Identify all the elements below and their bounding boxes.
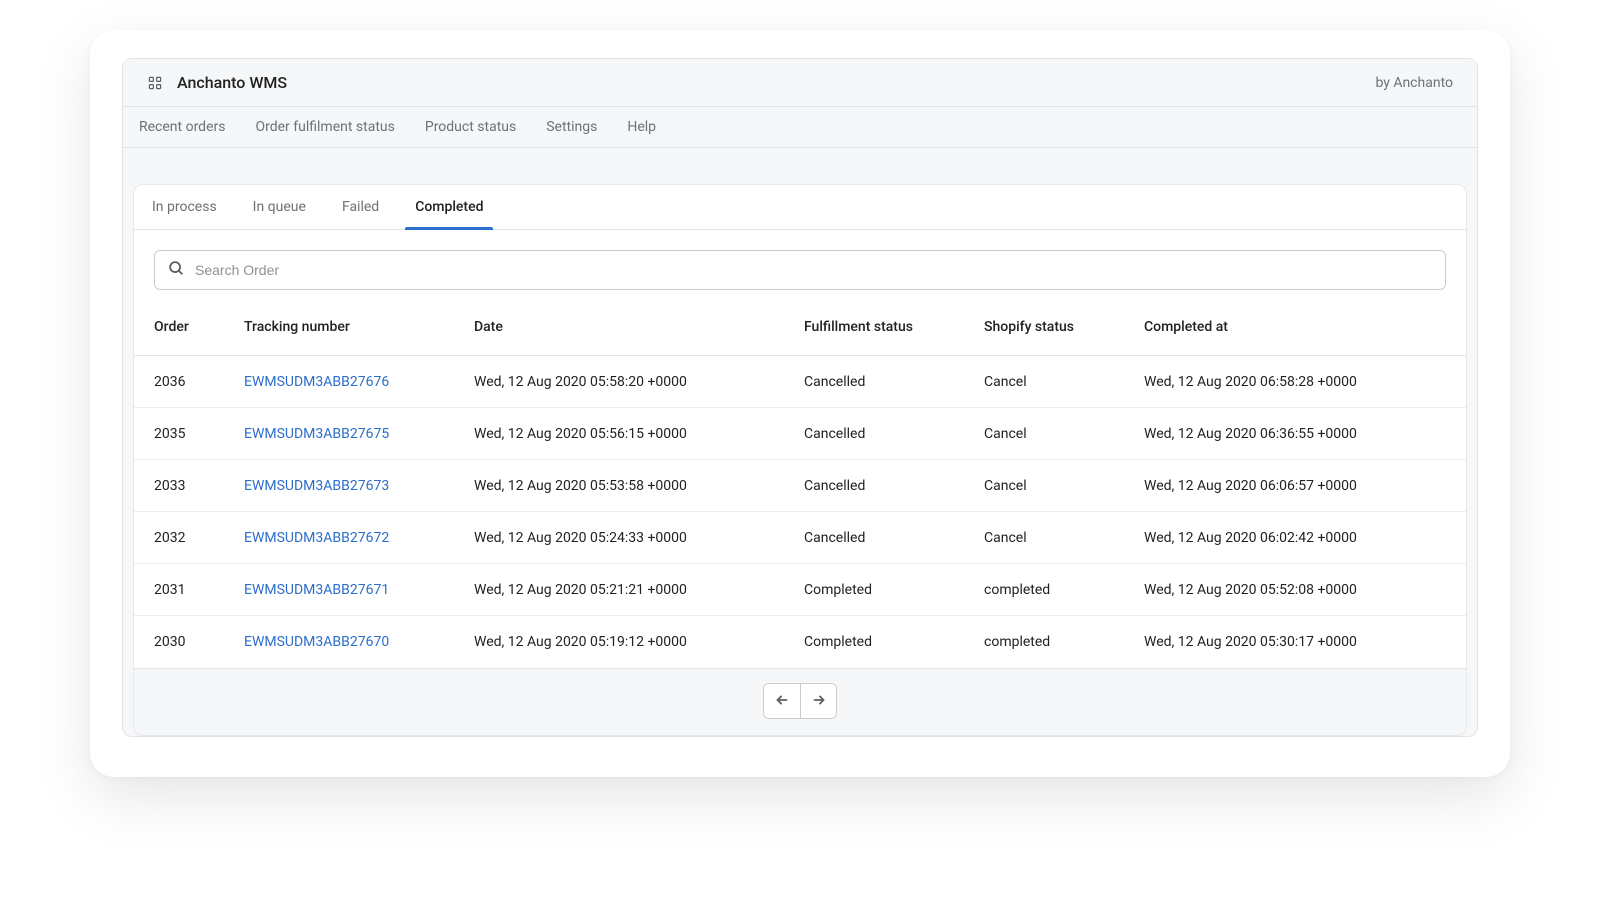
cell-shopify: Cancel <box>984 530 1144 546</box>
cell-completed-at: Wed, 12 Aug 2020 06:02:42 +0000 <box>1144 530 1446 546</box>
cell-fulfillment: Cancelled <box>804 374 984 390</box>
cell-order: 2030 <box>154 634 244 650</box>
search-input[interactable] <box>195 262 1433 278</box>
cell-tracking: EWMSUDM3ABB27673 <box>244 478 474 494</box>
tracking-link[interactable]: EWMSUDM3ABB27676 <box>244 374 389 390</box>
cell-fulfillment: Cancelled <box>804 478 984 494</box>
top-nav: Recent orders Order fulfilment status Pr… <box>123 107 1477 148</box>
tab-in-process[interactable]: In process <box>134 185 235 229</box>
cell-date: Wed, 12 Aug 2020 05:53:58 +0000 <box>474 478 804 494</box>
col-shopify: Shopify status <box>984 319 1144 335</box>
cell-tracking: EWMSUDM3ABB27671 <box>244 582 474 598</box>
table-row: 2032EWMSUDM3ABB27672 Wed, 12 Aug 2020 05:… <box>134 512 1466 564</box>
cell-completed-at: Wed, 12 Aug 2020 06:36:55 +0000 <box>1144 426 1446 442</box>
cell-order: 2031 <box>154 582 244 598</box>
cell-shopify: completed <box>984 582 1144 598</box>
prev-page-button[interactable] <box>764 684 800 718</box>
cell-completed-at: Wed, 12 Aug 2020 06:06:57 +0000 <box>1144 478 1446 494</box>
tracking-link[interactable]: EWMSUDM3ABB27671 <box>244 582 389 598</box>
cell-shopify: Cancel <box>984 426 1144 442</box>
byline: by Anchanto <box>1375 75 1453 91</box>
cell-order: 2035 <box>154 426 244 442</box>
content-area: In process In queue Failed Completed <box>123 148 1477 736</box>
tracking-link[interactable]: EWMSUDM3ABB27670 <box>244 634 389 650</box>
app-window: Anchanto WMS by Anchanto Recent orders O… <box>90 30 1510 777</box>
table-header: Order Tracking number Date Fulfillment s… <box>134 298 1466 356</box>
cell-shopify: Cancel <box>984 374 1144 390</box>
table-row: 2031EWMSUDM3ABB27671 Wed, 12 Aug 2020 05:… <box>134 564 1466 616</box>
tab-completed[interactable]: Completed <box>397 185 501 229</box>
cell-completed-at: Wed, 12 Aug 2020 05:52:08 +0000 <box>1144 582 1446 598</box>
pager-group <box>763 683 837 719</box>
cell-fulfillment: Completed <box>804 634 984 650</box>
tracking-link[interactable]: EWMSUDM3ABB27675 <box>244 426 389 442</box>
tab-in-queue[interactable]: In queue <box>235 185 324 229</box>
status-tabs: In process In queue Failed Completed <box>134 185 1466 230</box>
col-completed-at: Completed at <box>1144 319 1446 335</box>
cell-completed-at: Wed, 12 Aug 2020 06:58:28 +0000 <box>1144 374 1446 390</box>
search-container <box>154 250 1446 290</box>
search-icon <box>167 259 185 281</box>
nav-help[interactable]: Help <box>627 119 656 135</box>
cell-shopify: Cancel <box>984 478 1144 494</box>
cell-fulfillment: Cancelled <box>804 530 984 546</box>
cell-shopify: completed <box>984 634 1144 650</box>
cell-tracking: EWMSUDM3ABB27676 <box>244 374 474 390</box>
search-row <box>134 230 1466 298</box>
col-fulfillment: Fulfillment status <box>804 319 984 335</box>
cell-order: 2036 <box>154 374 244 390</box>
cell-date: Wed, 12 Aug 2020 05:19:12 +0000 <box>474 634 804 650</box>
arrow-right-icon <box>810 691 828 712</box>
tracking-link[interactable]: EWMSUDM3ABB27673 <box>244 478 389 494</box>
cell-tracking: EWMSUDM3ABB27675 <box>244 426 474 442</box>
cell-fulfillment: Cancelled <box>804 426 984 442</box>
cell-date: Wed, 12 Aug 2020 05:24:33 +0000 <box>474 530 804 546</box>
orders-table: Order Tracking number Date Fulfillment s… <box>134 298 1466 668</box>
table-row: 2030EWMSUDM3ABB27670 Wed, 12 Aug 2020 05:… <box>134 616 1466 668</box>
table-row: 2035EWMSUDM3ABB27675 Wed, 12 Aug 2020 05:… <box>134 408 1466 460</box>
cell-tracking: EWMSUDM3ABB27672 <box>244 530 474 546</box>
cell-order: 2032 <box>154 530 244 546</box>
cell-order: 2033 <box>154 478 244 494</box>
col-date: Date <box>474 319 804 335</box>
nav-recent-orders[interactable]: Recent orders <box>139 119 225 135</box>
panel-header: Anchanto WMS by Anchanto <box>123 59 1477 107</box>
brand: Anchanto WMS <box>147 73 287 92</box>
table-row: 2036EWMSUDM3ABB27676 Wed, 12 Aug 2020 05:… <box>134 356 1466 408</box>
nav-settings[interactable]: Settings <box>546 119 597 135</box>
app-panel: Anchanto WMS by Anchanto Recent orders O… <box>122 58 1478 737</box>
table-row: 2033EWMSUDM3ABB27673 Wed, 12 Aug 2020 05:… <box>134 460 1466 512</box>
tracking-link[interactable]: EWMSUDM3ABB27672 <box>244 530 389 546</box>
col-order: Order <box>154 319 244 335</box>
app-grid-icon <box>147 75 163 91</box>
nav-order-fulfilment-status[interactable]: Order fulfilment status <box>255 119 394 135</box>
cell-completed-at: Wed, 12 Aug 2020 05:30:17 +0000 <box>1144 634 1446 650</box>
cell-date: Wed, 12 Aug 2020 05:21:21 +0000 <box>474 582 804 598</box>
table-body: 2036EWMSUDM3ABB27676 Wed, 12 Aug 2020 05:… <box>134 356 1466 668</box>
pagination <box>134 668 1466 735</box>
next-page-button[interactable] <box>800 684 836 718</box>
cell-fulfillment: Completed <box>804 582 984 598</box>
col-tracking: Tracking number <box>244 319 474 335</box>
app-title: Anchanto WMS <box>177 73 287 92</box>
orders-card: In process In queue Failed Completed <box>133 184 1467 736</box>
cell-tracking: EWMSUDM3ABB27670 <box>244 634 474 650</box>
tab-failed[interactable]: Failed <box>324 185 397 229</box>
nav-product-status[interactable]: Product status <box>425 119 516 135</box>
arrow-left-icon <box>773 691 791 712</box>
cell-date: Wed, 12 Aug 2020 05:58:20 +0000 <box>474 374 804 390</box>
cell-date: Wed, 12 Aug 2020 05:56:15 +0000 <box>474 426 804 442</box>
